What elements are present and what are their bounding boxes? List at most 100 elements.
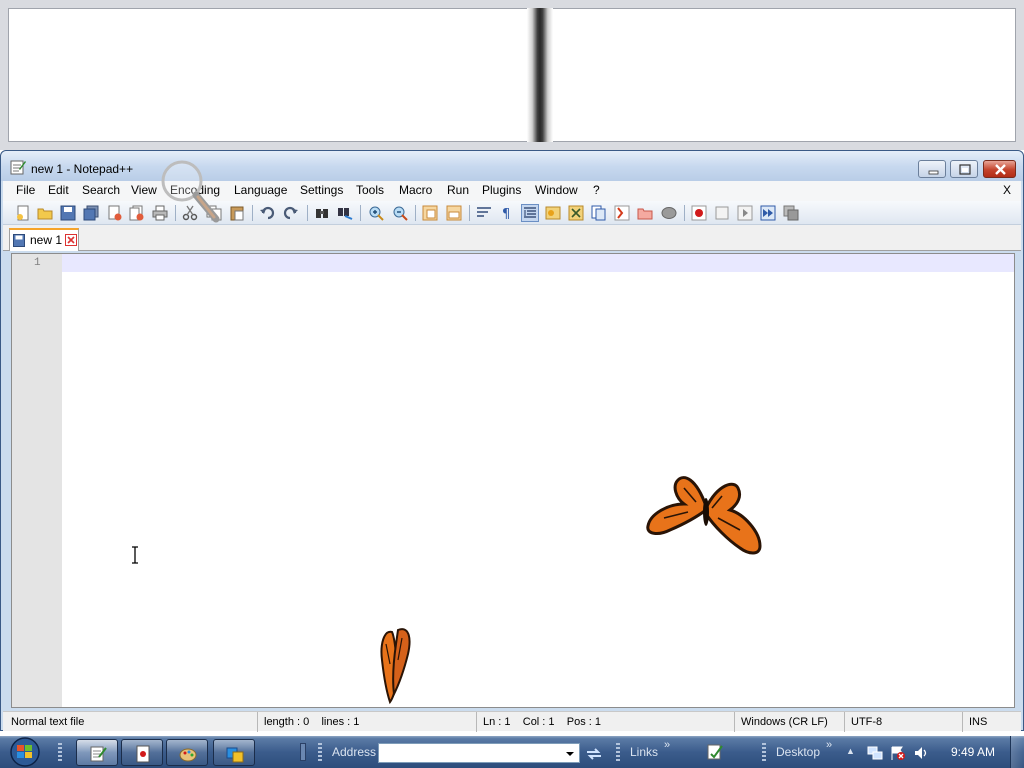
line-number: 1: [34, 257, 41, 269]
links-label[interactable]: Links: [630, 745, 658, 759]
run-macro-multiple-icon[interactable]: [760, 205, 776, 221]
notepad-plus-plus-icon[interactable]: [10, 159, 26, 175]
find-icon[interactable]: [314, 205, 330, 221]
zoom-in-icon[interactable]: [368, 205, 384, 221]
start-recording-icon[interactable]: [691, 205, 707, 221]
action-center-icon[interactable]: [890, 745, 906, 761]
desktop-label[interactable]: Desktop: [776, 745, 820, 759]
redo-icon[interactable]: [283, 205, 299, 221]
menu-plugins[interactable]: Plugins: [482, 183, 521, 197]
menu-file[interactable]: File: [16, 183, 35, 197]
restore-icon: [959, 164, 971, 175]
window-title: new 1 - Notepad++: [31, 162, 134, 176]
butterfly-icon: [646, 476, 762, 555]
status-bar: Normal text file length : 0 lines : 1 Ln…: [3, 711, 1021, 732]
toolbar-grip[interactable]: [318, 743, 322, 761]
address-dropdown-button[interactable]: [562, 744, 578, 762]
background-divider: [527, 8, 553, 142]
stop-recording-icon[interactable]: [714, 205, 730, 221]
new-file-icon[interactable]: [15, 205, 31, 221]
toolbar-grip[interactable]: [58, 743, 62, 761]
text-cursor-icon: [132, 546, 138, 564]
taskbar-scroll[interactable]: [300, 743, 306, 761]
menu-help[interactable]: ?: [593, 183, 600, 197]
toolbar-separator: [360, 205, 361, 221]
notepad-plus-plus-window: new 1 - Notepad++ File Edit Search View …: [0, 150, 1024, 732]
start-button[interactable]: [6, 737, 44, 767]
address-input[interactable]: [378, 743, 580, 763]
cards-icon: [136, 745, 150, 763]
menu-language[interactable]: Language: [234, 183, 287, 197]
chevron-down-icon: [566, 752, 574, 756]
toolbar-separator: [415, 205, 416, 221]
menu-macro[interactable]: Macro: [399, 183, 432, 197]
sync-horizontal-icon[interactable]: [446, 205, 462, 221]
close-all-icon[interactable]: [129, 205, 145, 221]
tab-new-1[interactable]: new 1: [9, 228, 79, 251]
close-document-x[interactable]: X: [1003, 183, 1011, 197]
indent-guide-icon[interactable]: [521, 204, 539, 222]
menu-run[interactable]: Run: [447, 183, 469, 197]
status-position: Ln : 1 Col : 1 Pos : 1: [477, 712, 735, 732]
title-bar[interactable]: new 1 - Notepad++: [1, 151, 1023, 181]
menu-window[interactable]: Window: [535, 183, 578, 197]
solitaire-task[interactable]: [121, 739, 163, 766]
tab-close-icon[interactable]: [65, 234, 77, 246]
save-icon[interactable]: [60, 205, 76, 221]
close-icon: [995, 164, 1006, 175]
close-file-icon[interactable]: [107, 205, 123, 221]
replace-icon[interactable]: [337, 205, 353, 221]
toolbar-separator: [252, 205, 253, 221]
explorer-task[interactable]: [213, 739, 255, 766]
svg-text:¶: ¶: [502, 207, 510, 221]
text-area[interactable]: [62, 272, 1014, 707]
monitoring-icon[interactable]: [637, 205, 653, 221]
show-desktop-button[interactable]: [1010, 736, 1024, 768]
paint-task[interactable]: [166, 739, 208, 766]
maximize-button[interactable]: [950, 160, 978, 178]
open-file-icon[interactable]: [37, 205, 53, 221]
menu-view[interactable]: View: [131, 183, 157, 197]
notepad-plus-plus-task[interactable]: [76, 739, 118, 766]
sync-vertical-icon[interactable]: [422, 205, 438, 221]
menu-edit[interactable]: Edit: [48, 183, 69, 197]
current-line-highlight[interactable]: [62, 254, 1014, 272]
bookmark-icon[interactable]: [661, 205, 677, 221]
volume-icon[interactable]: [913, 745, 929, 761]
toolbar-separator: [469, 205, 470, 221]
desktop-chevron-icon[interactable]: »: [826, 739, 832, 751]
network-icon[interactable]: [867, 745, 883, 761]
minimize-button[interactable]: [918, 160, 946, 178]
background-window: [8, 8, 1016, 142]
magnifier-icon: [161, 160, 220, 223]
toolbar-grip[interactable]: [616, 743, 620, 761]
line-number-gutter: 1: [12, 254, 62, 707]
undo-icon[interactable]: [259, 205, 275, 221]
save-macro-icon[interactable]: [783, 205, 799, 221]
background-window-area: [0, 0, 1024, 150]
function-list-icon[interactable]: [591, 205, 607, 221]
show-all-characters-icon[interactable]: ¶: [499, 205, 515, 221]
address-label: Address: [332, 745, 377, 759]
editor-pane[interactable]: 1: [11, 253, 1015, 708]
save-all-icon[interactable]: [83, 205, 99, 221]
paste-icon[interactable]: [229, 205, 245, 221]
menu-search[interactable]: Search: [82, 183, 120, 197]
user-defined-language-icon[interactable]: [545, 205, 561, 221]
clock[interactable]: 9:49 AM: [951, 745, 995, 759]
toolbar-grip[interactable]: [762, 743, 766, 761]
notepad-shortcut-icon[interactable]: [706, 743, 724, 761]
word-wrap-icon[interactable]: [476, 205, 492, 221]
document-map-icon[interactable]: [568, 205, 584, 221]
toolbar-separator: [307, 205, 308, 221]
folder-as-workspace-icon[interactable]: [614, 205, 630, 221]
menu-settings[interactable]: Settings: [300, 183, 343, 197]
butterfly-icon: [380, 628, 411, 705]
go-arrow-icon[interactable]: [584, 745, 604, 763]
zoom-out-icon[interactable]: [392, 205, 408, 221]
show-hidden-icons-icon[interactable]: ▲: [846, 746, 855, 756]
close-button[interactable]: [983, 160, 1016, 178]
links-chevron-icon[interactable]: »: [664, 739, 670, 751]
menu-tools[interactable]: Tools: [356, 183, 384, 197]
playback-icon[interactable]: [737, 205, 753, 221]
